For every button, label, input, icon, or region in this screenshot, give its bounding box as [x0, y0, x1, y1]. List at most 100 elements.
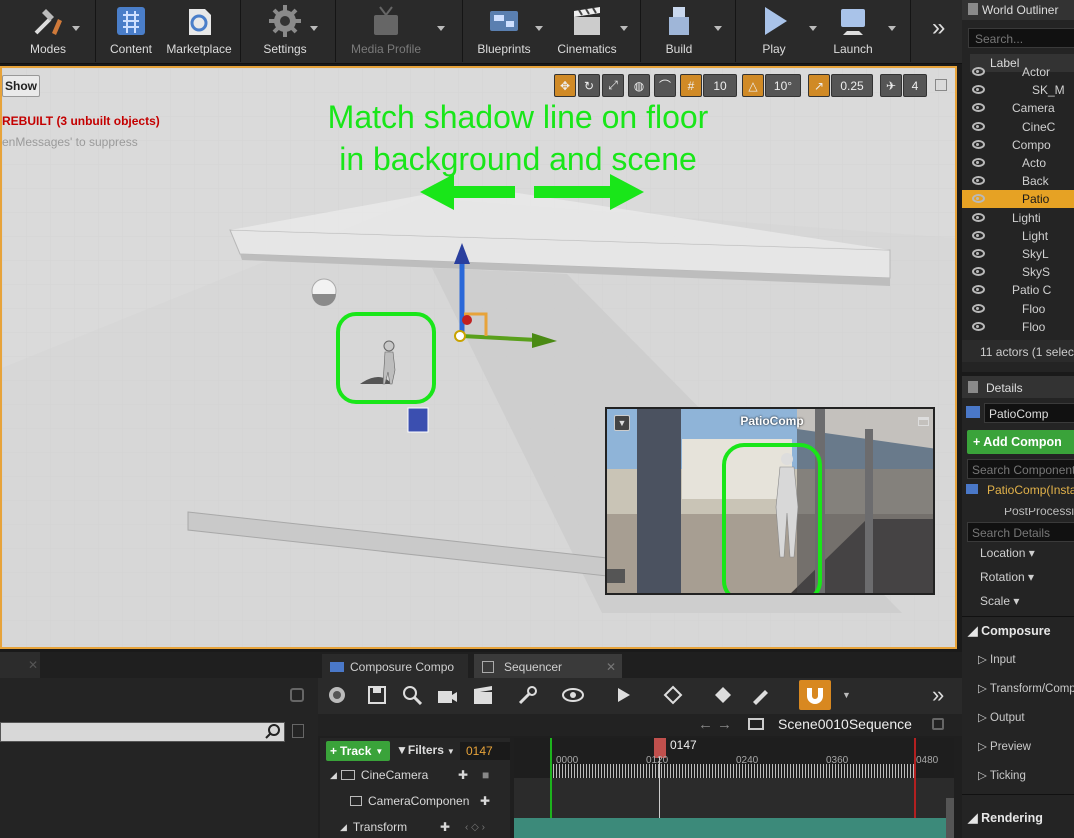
location-dropdown[interactable]: Location ▾ [980, 546, 1035, 560]
scale-snap-icon[interactable]: ↗ [808, 74, 830, 97]
forward-arrow-icon[interactable]: → [717, 716, 732, 733]
surface-snap-icon[interactable]: ⌒ [654, 74, 676, 97]
camera-icon[interactable] [434, 682, 460, 708]
filters-button[interactable]: ▼Filters ▼ [396, 743, 455, 757]
visibility-eye-icon[interactable] [972, 67, 985, 76]
play-dropdown-icon[interactable] [809, 26, 817, 31]
instance-label[interactable]: PatioComp(Insta [987, 483, 1074, 497]
playback-options-icon[interactable] [610, 682, 636, 708]
track-cinecamera[interactable]: ◢ CineCamera ✚ ■ [320, 764, 510, 786]
cinematics-dropdown-icon[interactable] [620, 26, 628, 31]
view-options-icon[interactable] [560, 682, 586, 708]
content-button[interactable]: Content [100, 0, 162, 62]
left-panel-tab[interactable]: ✕ [0, 652, 40, 678]
blueprints-button[interactable]: Blueprints [470, 0, 538, 62]
input-section[interactable]: ▷ Input [978, 652, 1016, 666]
back-arrow-icon[interactable]: ← [698, 716, 713, 733]
auto-key-icon[interactable] [710, 682, 736, 708]
sequencer-tab-close-icon[interactable]: ✕ [606, 660, 616, 674]
grid-snap-value[interactable]: 10 [703, 74, 737, 97]
search-components-input[interactable]: Search Component [967, 459, 1074, 479]
visibility-eye-icon[interactable] [972, 139, 985, 149]
visibility-eye-icon[interactable] [972, 267, 985, 277]
build-dropdown-icon[interactable] [714, 26, 722, 31]
tab-sequencer[interactable]: Sequencer ✕ [474, 654, 622, 680]
key-options-icon[interactable] [660, 682, 686, 708]
visibility-eye-icon[interactable] [972, 158, 985, 167]
rotate-mode-icon[interactable]: ↻ [578, 74, 600, 97]
level-viewport[interactable]: Show REBUILT (3 unbuilt objects) enMessa… [0, 66, 957, 649]
play-button[interactable]: Play [745, 0, 803, 62]
preview-maximize-icon[interactable] [918, 417, 929, 426]
visibility-eye-icon[interactable] [972, 321, 985, 331]
translate-mode-icon[interactable]: ✥ [554, 74, 576, 97]
timeline-scrollbar[interactable] [946, 798, 954, 838]
outliner-row[interactable]: SkyS [962, 263, 1074, 281]
visibility-eye-icon[interactable] [972, 176, 985, 186]
rendering-category[interactable]: ◢ Rendering [968, 810, 1043, 825]
frame-search-input[interactable]: 0147 [460, 742, 510, 760]
scale-snap-value[interactable]: 0.25 [831, 74, 873, 97]
visibility-eye-icon[interactable] [972, 103, 985, 113]
outliner-row[interactable]: SK_M [962, 81, 1074, 99]
save-search-icon[interactable] [292, 724, 304, 738]
media-profile-dropdown-icon[interactable] [437, 26, 445, 31]
modes-dropdown-icon[interactable] [72, 26, 80, 31]
modes-button[interactable]: Modes [14, 0, 82, 62]
launch-dropdown-icon[interactable] [888, 26, 896, 31]
toolbar-overflow-icon[interactable]: » [932, 14, 945, 42]
build-button[interactable]: Build [650, 0, 708, 62]
key-navigation-icon[interactable]: ‹ ◇ › [465, 822, 485, 833]
world-settings-icon[interactable] [324, 682, 350, 708]
snap-dropdown-icon[interactable]: ▼ [842, 690, 851, 700]
visibility-eye-icon[interactable] [972, 121, 985, 131]
visibility-eye-icon[interactable] [972, 194, 985, 204]
sequence-name[interactable]: Scene0010Sequence [778, 716, 912, 732]
outliner-row[interactable]: Light [962, 227, 1074, 245]
add-track-button[interactable]: + Track ▼ [326, 741, 390, 761]
output-section[interactable]: ▷ Output [978, 710, 1025, 724]
composure-category[interactable]: ◢ Composure [968, 623, 1051, 638]
visibility-eye-icon[interactable] [972, 230, 985, 240]
visibility-eye-icon[interactable] [972, 85, 985, 95]
camera-speed-value[interactable]: 4 [903, 74, 927, 97]
settings-button[interactable]: Settings [250, 0, 320, 62]
cinematics-button[interactable]: Cinematics [552, 0, 622, 62]
grid-snap-icon[interactable]: # [680, 74, 702, 97]
outliner-row[interactable]: CineC [962, 118, 1074, 136]
media-profile-button[interactable]: Media Profile [343, 0, 429, 62]
search-details-input[interactable]: Search Details [967, 522, 1074, 542]
sequencer-lock-icon[interactable] [932, 718, 944, 730]
rotation-snap-value[interactable]: 10° [765, 74, 801, 97]
visibility-eye-icon[interactable] [972, 212, 985, 222]
outliner-tab[interactable]: World Outliner [962, 0, 1074, 20]
render-movie-icon[interactable] [470, 682, 496, 708]
object-name-input[interactable]: PatioComp [984, 403, 1074, 423]
cinecamera-add-icon[interactable]: ✚ [458, 768, 468, 782]
camera-speed-icon[interactable]: ✈ [880, 74, 902, 97]
outliner-row[interactable]: Floo [962, 300, 1074, 318]
scale-mode-icon[interactable]: ⤢ [602, 74, 624, 97]
postprocess-row[interactable]: PostProcessi [986, 508, 1074, 518]
settings-dropdown-icon[interactable] [310, 26, 318, 31]
ticking-section[interactable]: ▷ Ticking [978, 768, 1026, 782]
visibility-eye-icon[interactable] [972, 303, 985, 313]
visibility-eye-icon[interactable] [972, 285, 985, 295]
outliner-row[interactable]: Compo [962, 136, 1074, 154]
blueprints-dropdown-icon[interactable] [535, 26, 543, 31]
add-component-button[interactable]: + Add Compon [967, 430, 1074, 454]
lock-icon[interactable] [290, 688, 304, 702]
maximize-viewport-icon[interactable] [935, 79, 947, 91]
launch-button[interactable]: Launch [824, 0, 882, 62]
outliner-row[interactable]: Back [962, 172, 1074, 190]
scale-dropdown[interactable]: Scale ▾ [980, 594, 1019, 608]
find-icon[interactable] [399, 682, 425, 708]
details-tab[interactable]: Details [962, 376, 1074, 398]
outliner-row[interactable]: Floo [962, 318, 1074, 336]
cinecamera-camera-icon[interactable]: ■ [482, 768, 489, 782]
outliner-row[interactable]: Patio C [962, 281, 1074, 299]
outliner-row[interactable]: SkyL [962, 245, 1074, 263]
transform-add-icon[interactable]: ✚ [440, 820, 450, 834]
tools-icon[interactable] [514, 682, 540, 708]
outliner-row[interactable]: Acto [962, 154, 1074, 172]
